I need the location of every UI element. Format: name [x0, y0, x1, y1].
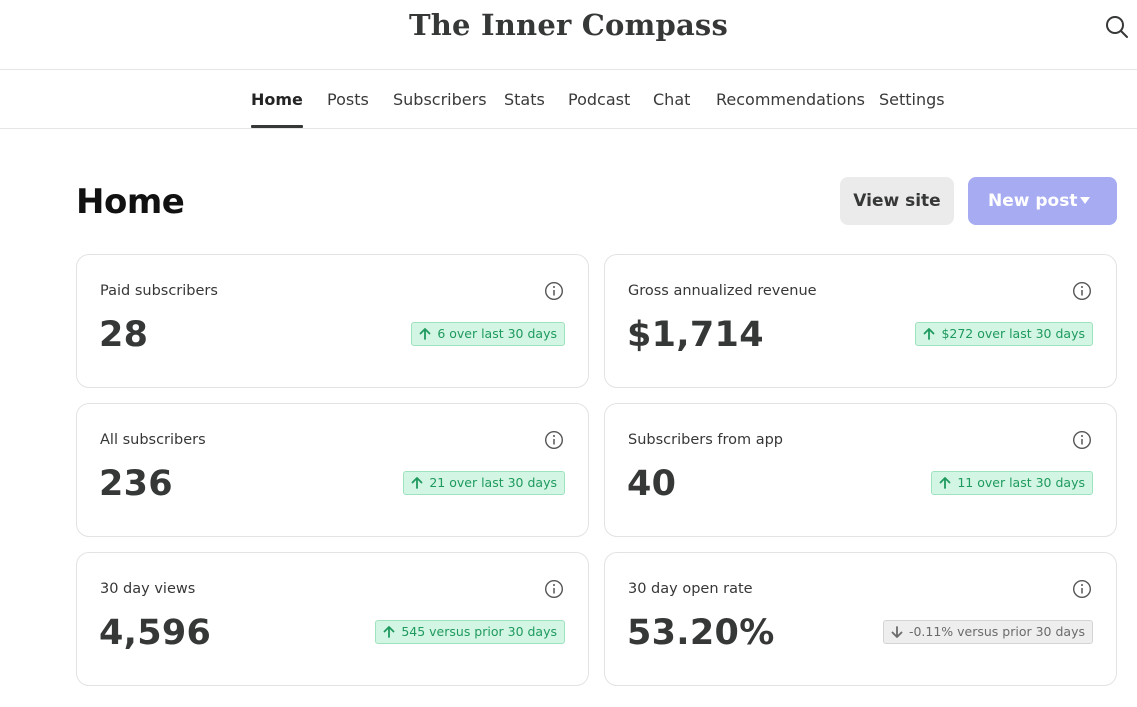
tab-posts[interactable]: Posts: [327, 90, 369, 128]
stat-value: 53.20%: [627, 613, 775, 653]
stat-card-paid-subscribers: Paid subscribers 28 6 over last 30 days: [76, 254, 589, 388]
stat-label: Paid subscribers: [100, 283, 218, 299]
stat-value: 40: [627, 464, 677, 504]
stat-card-gross-revenue: Gross annualized revenue $1,714 $272 ove…: [604, 254, 1117, 388]
stat-value: 28: [99, 315, 149, 355]
chevron-down-icon[interactable]: [1080, 197, 1090, 205]
trend-badge: 21 over last 30 days: [403, 471, 565, 495]
arrow-up-icon: [419, 328, 431, 340]
view-site-button[interactable]: View site: [840, 177, 954, 225]
info-icon[interactable]: [1072, 579, 1092, 599]
trend-badge: $272 over last 30 days: [915, 322, 1093, 346]
trend-text: 545 versus prior 30 days: [401, 624, 557, 639]
trend-text: 11 over last 30 days: [957, 475, 1085, 490]
tab-stats[interactable]: Stats: [504, 90, 545, 128]
stat-card-all-subscribers: All subscribers 236 21 over last 30 days: [76, 403, 589, 537]
stat-card-30-day-views: 30 day views 4,596 545 versus prior 30 d…: [76, 552, 589, 686]
tab-recommendations[interactable]: Recommendations: [716, 90, 865, 128]
tab-home[interactable]: Home: [251, 90, 303, 128]
search-icon[interactable]: [1104, 14, 1130, 40]
stat-label: All subscribers: [100, 432, 206, 448]
stat-label: 30 day views: [100, 581, 196, 597]
trend-badge: 6 over last 30 days: [411, 322, 565, 346]
trend-text: $272 over last 30 days: [941, 326, 1085, 341]
info-icon[interactable]: [544, 281, 564, 301]
stat-value: 4,596: [99, 613, 212, 653]
arrow-up-icon: [939, 477, 951, 489]
new-post-label: New post: [988, 191, 1078, 211]
tab-settings[interactable]: Settings: [879, 90, 945, 128]
arrow-up-icon: [411, 477, 423, 489]
stat-label: 30 day open rate: [628, 581, 753, 597]
trend-badge: -0.11% versus prior 30 days: [882, 620, 1093, 644]
stat-value: 236: [99, 464, 173, 504]
site-title[interactable]: The Inner Compass: [0, 8, 1137, 42]
stat-card-30-day-open-rate: 30 day open rate 53.20% -0.11% versus pr…: [604, 552, 1117, 686]
info-icon[interactable]: [1072, 430, 1092, 450]
tab-chat[interactable]: Chat: [653, 90, 690, 128]
tab-subscribers[interactable]: Subscribers: [393, 90, 487, 128]
info-icon[interactable]: [544, 579, 564, 599]
page-title: Home: [76, 182, 185, 222]
stat-value: $1,714: [627, 315, 764, 355]
stat-label: Subscribers from app: [628, 432, 784, 448]
stat-label: Gross annualized revenue: [628, 283, 817, 299]
trend-badge: 11 over last 30 days: [931, 471, 1093, 495]
nav-tabs: Home Posts Subscribers Stats Podcast Cha…: [0, 70, 1137, 129]
info-icon[interactable]: [1072, 281, 1092, 301]
arrow-down-icon: [891, 626, 903, 638]
trend-text: -0.11% versus prior 30 days: [908, 624, 1085, 639]
arrow-up-icon: [383, 626, 395, 638]
trend-text: 6 over last 30 days: [437, 326, 557, 341]
trend-badge: 545 versus prior 30 days: [375, 620, 565, 644]
top-header: The Inner Compass: [0, 0, 1137, 70]
stat-card-subscribers-from-app: Subscribers from app 40 11 over last 30 …: [604, 403, 1117, 537]
trend-text: 21 over last 30 days: [429, 475, 557, 490]
info-icon[interactable]: [544, 430, 564, 450]
arrow-up-icon: [924, 328, 935, 340]
tab-podcast[interactable]: Podcast: [568, 90, 630, 128]
new-post-button[interactable]: New post: [968, 177, 1117, 225]
